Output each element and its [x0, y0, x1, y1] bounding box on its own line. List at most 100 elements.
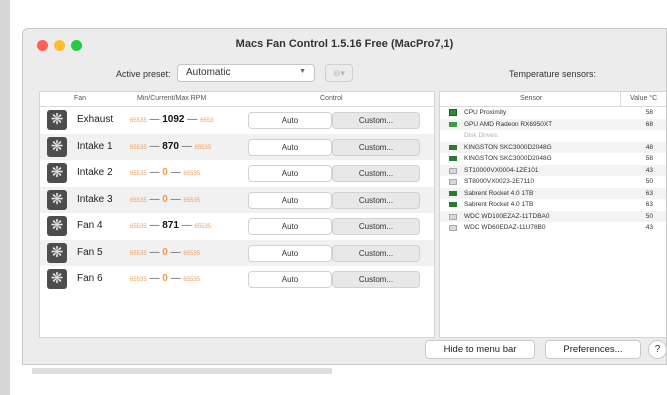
auto-button[interactable]: Auto: [248, 244, 332, 262]
dash-separator: —: [178, 220, 195, 231]
ssd-icon: [449, 144, 457, 150]
sensor-table: Sensor Value °C CPU Proximity 58 GPU AMD R…: [439, 91, 666, 338]
fan-min-rpm: 65535: [130, 277, 147, 283]
window-title: Macs Fan Control 1.5.16 Free (MacPro7,1): [235, 38, 454, 50]
fan-max-rpm: 65535: [183, 197, 201, 204]
help-button[interactable]: ?: [648, 340, 666, 359]
preferences-button[interactable]: Preferences...: [545, 340, 641, 359]
sensor-value: 48: [645, 143, 653, 151]
sensor-name: ST8000VX0023-2E7110: [464, 178, 534, 185]
fan-icon: ❋: [47, 216, 67, 236]
sensor-row: Sabrent Rocket 4.0 1TB 63: [440, 187, 666, 199]
auto-button[interactable]: Auto: [248, 191, 332, 209]
fan-icon: ❋: [47, 136, 67, 157]
fan-max-rpm: 65535: [194, 224, 212, 230]
sensor-section-label: Disk Drives:: [440, 130, 666, 142]
fan-name: Intake 2: [77, 167, 113, 178]
fan-max-rpm: 65535: [194, 144, 212, 151]
fan-table-header: Fan Min/Current/Max RPM Control: [40, 92, 434, 107]
fan-name: Fan 4: [77, 220, 103, 231]
fan-current-rpm: 871: [162, 220, 179, 231]
sensor-name: GPU AMD Radeon RX6950XT: [464, 120, 553, 128]
fan-icon: ❋: [47, 242, 67, 263]
dash-separator: —: [146, 273, 163, 284]
fan-rpm: 65535 — 0 — 65535: [130, 194, 240, 205]
sensor-row: KINGSTON SKC3000D2048G 58: [440, 153, 666, 165]
custom-button[interactable]: Custom...: [332, 138, 420, 156]
fan-row: ❋ Fan 5 65535 — 0 — 65535 Auto Custom...: [40, 239, 434, 266]
dash-separator: —: [146, 193, 163, 205]
dash-separator: —: [146, 167, 163, 178]
sensor-name: WDC WD60EDAZ-11U78B0: [464, 224, 546, 231]
custom-button[interactable]: Custom...: [332, 271, 420, 288]
sensor-value: 68: [645, 120, 653, 128]
sensor-name: KINGSTON SKC3000D2048G: [464, 143, 552, 151]
sensor-value: 58: [645, 155, 653, 162]
fan-name: Intake 3: [77, 193, 113, 205]
sensor-row: KINGSTON SKC3000D2048G 48: [440, 141, 666, 153]
sensor-name: Sabrent Rocket 4.0 1TB: [464, 189, 534, 197]
fan-name: Exhaust: [77, 114, 114, 125]
hide-to-menu-bar-button[interactable]: Hide to menu bar: [425, 340, 535, 359]
custom-button[interactable]: Custom...: [332, 218, 420, 235]
fan-rpm: 65535 — 870 — 65535: [130, 141, 240, 152]
fan-rpm: 65535 — 0 — 65535: [130, 247, 240, 258]
sensor-name: WDC WD100EZAZ-11TDBA0: [464, 212, 550, 220]
fan-min-rpm: 65535: [130, 171, 147, 177]
hdd-icon: [449, 225, 457, 231]
fan-row: ❋ Fan 4 65535 — 871 — 65535 Auto Custom...: [40, 213, 434, 240]
auto-button[interactable]: Auto: [248, 165, 332, 182]
fan-min-rpm: 65535: [130, 224, 147, 230]
preset-select[interactable]: Automatic ▼: [177, 64, 315, 82]
custom-button[interactable]: Custom...: [332, 112, 420, 129]
hdd-icon: [449, 179, 457, 185]
sensor-name: ST10000VX0004-1ZE101: [464, 166, 539, 174]
sensor-row: ST8000VX0023-2E7110 50: [440, 176, 666, 188]
auto-button[interactable]: Auto: [248, 271, 332, 288]
header-divider: [620, 92, 621, 106]
fan-icon: ❋: [47, 189, 67, 210]
dash-separator: —: [167, 193, 184, 205]
fan-row: ❋ Intake 2 65535 — 0 — 65535 Auto Custom...: [40, 160, 434, 187]
auto-button[interactable]: Auto: [248, 218, 332, 235]
toolbar: Active preset: Automatic ▼ ⊖▾ Temperatur…: [23, 59, 666, 87]
fan-min-rpm: 65535: [130, 197, 147, 204]
sensor-name: Sabrent Rocket 4.0 1TB: [464, 201, 534, 208]
ssd-icon: [449, 156, 457, 161]
fan-row: ❋ Fan 6 65535 — 0 — 65535 Auto Custom...: [40, 266, 434, 293]
fan-name: Intake 1: [77, 140, 113, 152]
sensor-value: 50: [645, 178, 653, 185]
temperature-sensors-label: Temperature sensors:: [509, 69, 597, 79]
fan-table: Fan Min/Current/Max RPM Control ❋ Exhaust…: [39, 91, 435, 338]
fan-rpm: 65535 — 0 — 65535: [130, 273, 240, 284]
preset-options-button[interactable]: ⊖▾: [325, 64, 353, 82]
hdd-icon: [449, 167, 457, 174]
gpu-icon: [449, 121, 457, 127]
dash-separator: —: [184, 114, 201, 125]
fan-row: ❋ Intake 3 65535 — 0 — 65535 Auto Custom...: [40, 186, 434, 213]
dash-separator: —: [167, 246, 184, 258]
fan-min-rpm: 65535: [130, 250, 147, 257]
fan-row: ❋ Exhaust 65535 — 1092 — 6553 Auto Custom...: [40, 107, 434, 134]
custom-button[interactable]: Custom...: [332, 191, 420, 209]
hdd-icon: [449, 213, 457, 220]
sensor-name: CPU Proximity: [464, 109, 507, 116]
fan-rpm: 65535 — 871 — 65535: [130, 220, 240, 231]
dash-separator: —: [146, 140, 163, 152]
fan-name: Fan 5: [77, 246, 103, 258]
fan-max-rpm: 65535: [183, 171, 201, 177]
fan-name: Fan 6: [77, 273, 103, 284]
col-sensor: Sensor: [520, 95, 543, 102]
auto-button[interactable]: Auto: [248, 112, 332, 129]
custom-button[interactable]: Custom...: [332, 244, 420, 262]
cpu-icon: [449, 109, 457, 116]
active-preset-label: Active preset:: [116, 69, 171, 79]
sensor-value: 43: [645, 224, 653, 231]
auto-button[interactable]: Auto: [248, 138, 332, 156]
sensor-row: WDC WD60EDAZ-11U78B0 43: [440, 222, 666, 234]
sensor-row: ST10000VX0004-1ZE101 43: [440, 164, 666, 176]
background-content: [32, 368, 332, 374]
custom-button[interactable]: Custom...: [332, 165, 420, 182]
dash-separator: —: [146, 114, 163, 125]
desktop-edge: [0, 0, 10, 395]
